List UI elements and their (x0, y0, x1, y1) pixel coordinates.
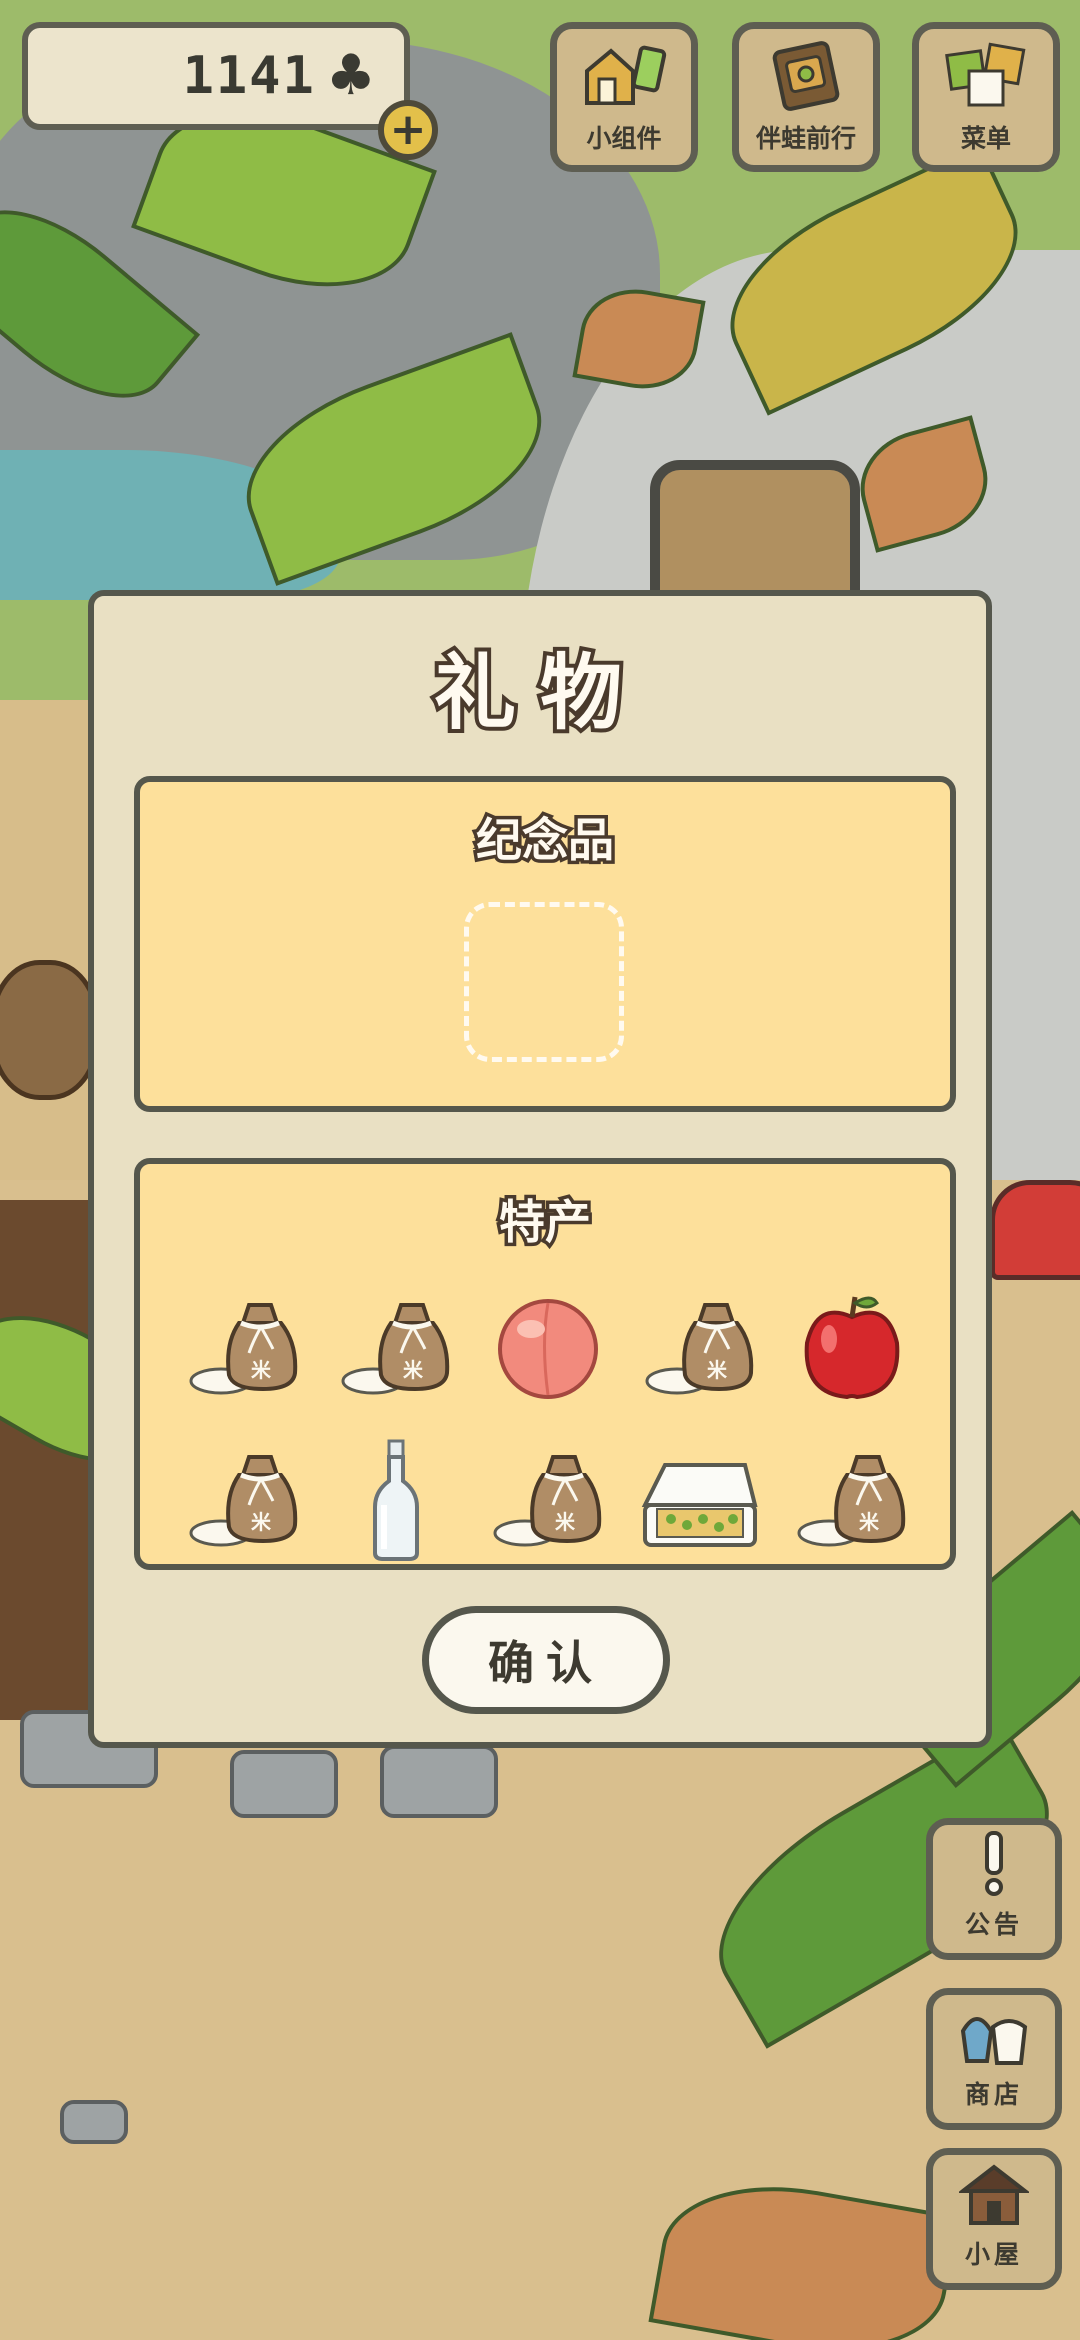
specialty-item[interactable]: 米 (472, 1426, 624, 1578)
notice-label: 公告 (964, 1910, 1023, 1939)
specialty-section: 特产 米 米 米 米 米 米 (134, 1158, 956, 1570)
clover-counter: 1141 ♣ (22, 22, 410, 130)
notice-button[interactable]: 公告 (926, 1818, 1062, 1960)
clover-count: 1141 (182, 46, 316, 106)
specialty-item[interactable] (624, 1426, 776, 1578)
glass-bottle-icon (331, 1435, 461, 1569)
rice-bag-icon: 米 (635, 1283, 765, 1417)
souvenir-section: 纪念品 (134, 776, 956, 1112)
specialty-title: 特产 (496, 1192, 595, 1253)
specialty-item[interactable] (320, 1426, 472, 1578)
widgets-button[interactable]: 小组件 (550, 22, 698, 172)
clover-icon: ♣ (325, 43, 376, 108)
peach-icon (483, 1283, 613, 1417)
svg-text:米: 米 (859, 1510, 880, 1534)
exclamation-icon (959, 1831, 1029, 1897)
svg-text:米: 米 (403, 1358, 424, 1382)
passport-icon (763, 41, 849, 111)
widgets-label: 小组件 (586, 124, 662, 153)
rice-bag-icon: 米 (179, 1283, 309, 1417)
confirm-button[interactable]: 确认 (422, 1606, 670, 1714)
menu-label: 菜单 (960, 124, 1011, 153)
rice-bag-icon: 米 (483, 1435, 613, 1569)
clay-pot (0, 960, 100, 1100)
specialty-item[interactable]: 米 (168, 1426, 320, 1578)
travel-with-button[interactable]: 伴蛙前行 (732, 22, 880, 172)
shop-bags-icon (959, 2001, 1029, 2067)
rice-bag-icon: 米 (787, 1435, 917, 1569)
svg-text:米: 米 (555, 1510, 576, 1534)
empty-souvenir-slot[interactable] (464, 902, 624, 1062)
ground-stone (230, 1750, 338, 1818)
house-button[interactable]: 小屋 (926, 2148, 1062, 2290)
svg-text:米: 米 (251, 1510, 272, 1534)
apple-icon (787, 1283, 917, 1417)
house-label: 小屋 (964, 2240, 1023, 2269)
shop-label: 商店 (964, 2080, 1023, 2109)
specialty-item[interactable]: 米 (776, 1426, 928, 1578)
svg-text:米: 米 (251, 1358, 272, 1382)
ground-stone (380, 1745, 498, 1818)
gift-dialog: 礼物 纪念品 特产 米 米 米 米 米 米 确认 (88, 590, 992, 1748)
souvenir-title: 纪念品 (473, 810, 618, 871)
menu-icon (943, 41, 1029, 111)
specialty-item[interactable] (776, 1274, 928, 1426)
add-clovers-button[interactable]: + (378, 100, 438, 160)
mailbox[interactable] (990, 1180, 1080, 1280)
specialty-item[interactable] (472, 1274, 624, 1426)
dialog-title: 礼物 (430, 642, 646, 745)
menu-button[interactable]: 菜单 (912, 22, 1060, 172)
svg-text:米: 米 (707, 1358, 728, 1382)
specialty-items-grid: 米 米 米 米 米 米 (168, 1274, 928, 1578)
shop-button[interactable]: 商店 (926, 1988, 1062, 2130)
specialty-item[interactable]: 米 (320, 1274, 472, 1426)
bento-box-icon (635, 1435, 765, 1569)
specialty-item[interactable]: 米 (624, 1274, 776, 1426)
ground-stone (60, 2100, 128, 2144)
travel-with-label: 伴蛙前行 (755, 124, 856, 153)
specialty-item[interactable]: 米 (168, 1274, 320, 1426)
widgets-icon (581, 41, 667, 111)
rice-bag-icon: 米 (331, 1283, 461, 1417)
house-icon (957, 2161, 1031, 2227)
rice-bag-icon: 米 (179, 1435, 309, 1569)
